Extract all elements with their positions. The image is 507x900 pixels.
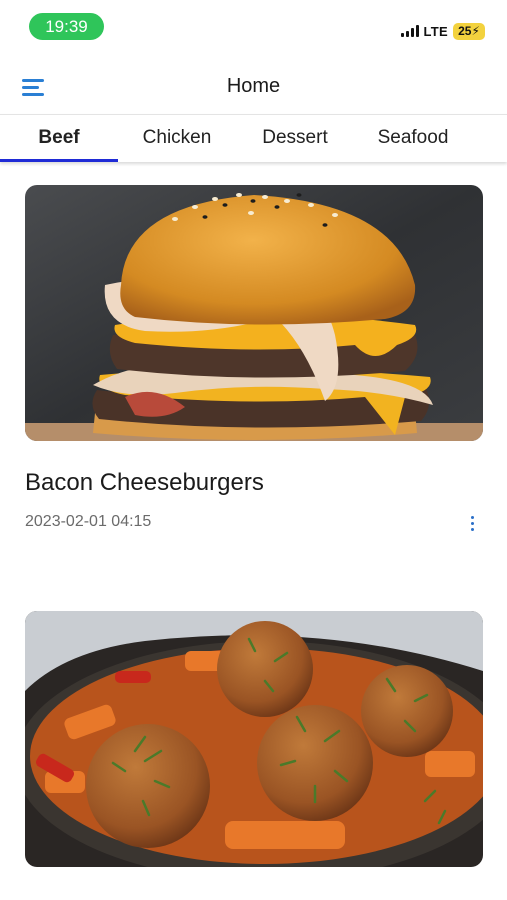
app-bar: Home: [0, 62, 507, 114]
battery-level: 25: [458, 23, 472, 38]
recipe-date: 2023-02-01 04:15: [25, 513, 152, 530]
recipe-image[interactable]: [25, 611, 483, 867]
network-label: LTE: [423, 23, 448, 39]
burger-photo: [25, 185, 483, 441]
status-bar: 19:39 LTE 25⚡: [0, 0, 507, 56]
recipe-card[interactable]: [25, 611, 483, 867]
recipe-image[interactable]: [25, 185, 483, 441]
tab-beef[interactable]: Beef: [0, 115, 118, 162]
status-time: 19:39: [29, 13, 104, 40]
battery-icon: 25⚡: [453, 22, 485, 40]
tab-seafood[interactable]: Seafood: [354, 115, 472, 162]
meatballs-photo: [25, 611, 483, 867]
status-indicators: LTE 25⚡: [400, 22, 485, 40]
signal-icon: [400, 25, 419, 37]
tab-chicken[interactable]: Chicken: [118, 115, 236, 162]
page-title: Home: [226, 75, 281, 97]
recipe-title[interactable]: Bacon Cheeseburgers: [25, 469, 483, 497]
more-options-icon[interactable]: [467, 513, 477, 533]
recipe-card[interactable]: Bacon Cheeseburgers 2023-02-01 04:15: [25, 185, 483, 535]
category-tabs: Beef Chicken Dessert Seafood: [0, 114, 507, 162]
recipe-meta: 2023-02-01 04:15: [25, 513, 483, 535]
tab-dessert[interactable]: Dessert: [236, 115, 354, 162]
